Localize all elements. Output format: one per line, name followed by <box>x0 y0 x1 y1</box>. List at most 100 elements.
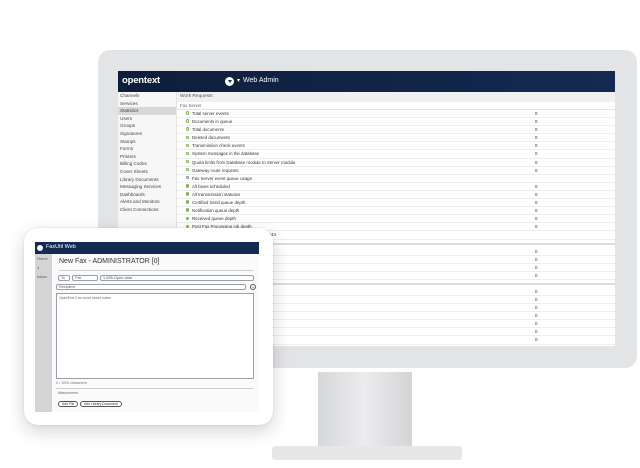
stat-row[interactable]: Quota limits from Database module to Ser… <box>177 159 615 167</box>
stat-label: All transmission statuses <box>192 191 241 197</box>
sidebar-item[interactable]: Services <box>118 100 176 108</box>
stat-value: 0 <box>535 216 538 222</box>
add-file-button[interactable]: Add File <box>58 401 79 407</box>
stat-value: 0 <box>535 256 538 262</box>
sidebar-item[interactable]: Groups <box>118 122 176 130</box>
message-textarea[interactable]: OpenText Fax cover sheet notes <box>56 293 254 379</box>
stat-label: All faxes scheduled <box>192 183 230 189</box>
status-dot-icon <box>186 135 190 139</box>
stat-value: 0 <box>535 208 538 214</box>
char-counter: 0 / 1000 characters <box>56 381 87 385</box>
stat-value: 0 <box>535 167 538 173</box>
sidebar-item[interactable]: Library Documents <box>118 176 176 184</box>
sidebar-item[interactable]: Cover Sheets <box>118 168 176 176</box>
tablet-side-home[interactable]: Home <box>35 254 52 263</box>
sidebar-item[interactable]: Printers <box>118 153 176 161</box>
opentext-logo: opentext <box>122 75 160 86</box>
stat-value: 0 <box>535 296 538 302</box>
method-select[interactable]: Fax <box>72 275 98 281</box>
stat-row[interactable]: Certified Send queue depth 0 <box>177 199 615 208</box>
stat-value: 0 <box>535 288 538 294</box>
sidebar-item[interactable]: Alerts and Monitors <box>118 198 176 206</box>
section-title: Fax Server <box>177 102 615 110</box>
tablet-sidebar: Home 1 Inbox <box>35 254 52 412</box>
stat-value: 0 <box>535 313 538 319</box>
stat-row[interactable]: Gateway route requests 0 <box>177 167 615 175</box>
stat-value: 0 <box>535 127 538 133</box>
stat-row[interactable]: All transmission statuses 0 <box>177 191 615 200</box>
sidebar-item[interactable]: Messaging Services <box>118 183 176 191</box>
tablet-side-inbox[interactable]: Inbox <box>35 272 52 281</box>
stat-row[interactable]: Total documents 0 <box>177 126 615 135</box>
stat-row[interactable]: Received queue depth 0 <box>177 215 615 224</box>
tablet-app-title: FaxUtil Web <box>46 244 76 250</box>
stat-value: 0 <box>535 111 538 116</box>
stat-row[interactable]: Notification queue depth 0 <box>177 207 615 216</box>
stat-value: 0 <box>535 321 538 327</box>
breadcrumb: Work Requests <box>177 92 615 102</box>
stat-value: 0 <box>535 143 538 149</box>
stat-label: Certified Send queue depth <box>192 200 246 206</box>
stat-label: Transmission check events <box>192 143 245 149</box>
form-heading: New Fax - ADMINISTRATOR [0] <box>59 258 160 265</box>
status-dot-icon <box>186 192 190 196</box>
stat-value: 0 <box>535 200 538 206</box>
sidebar-item[interactable]: Channels <box>118 92 176 100</box>
stat-row[interactable]: Deleted documents 0 <box>177 134 615 143</box>
stat-row[interactable]: Fax Server event queue usage <box>177 175 615 183</box>
top-app-bar: opentext ▾ Web Admin <box>118 71 615 92</box>
sidebar-item[interactable]: Dashboards <box>118 191 176 199</box>
sidebar-item[interactable]: Signatures <box>118 130 176 138</box>
to-label-field[interactable]: To <box>58 275 70 281</box>
add-library-document-button[interactable]: Add Library Document <box>80 401 122 407</box>
stats-list: Total server events 0 Documents in queue 0 T… <box>177 110 615 240</box>
stat-value: 0 <box>535 329 538 335</box>
tablet-screen: FaxUtil Web Home 1 Inbox New Fax - ADMIN… <box>35 242 259 412</box>
stat-label: Gateway route requests <box>192 167 239 173</box>
app-switcher-icon[interactable] <box>37 245 43 251</box>
stat-value: 0 <box>535 337 538 343</box>
stat-value: 0 <box>535 119 538 125</box>
stat-label: Fax Server event queue usage <box>192 175 253 181</box>
tablet-top-bar: FaxUtil Web <box>35 242 259 254</box>
monitor-stand-base <box>272 446 462 460</box>
stat-row[interactable]: Documents in queue 0 <box>177 118 615 127</box>
app-switcher-icon[interactable] <box>225 77 234 86</box>
stat-row[interactable]: System messages in the database 0 <box>177 150 615 159</box>
to-number-input[interactable]: 1-555-Open-data <box>100 275 254 281</box>
attachments-label: Attachments <box>58 391 78 395</box>
sidebar-item[interactable]: Statistics <box>118 107 176 115</box>
sidebar-item[interactable]: Stamps <box>118 138 176 146</box>
app-title: Web Admin <box>243 77 279 84</box>
stat-value: 0 <box>535 151 538 157</box>
sidebar-item[interactable]: Client Connections <box>118 206 176 214</box>
status-dot-icon <box>186 167 190 172</box>
status-dot-icon <box>186 216 190 220</box>
status-dot-icon <box>186 143 190 148</box>
stat-label: System messages in the database <box>192 151 260 157</box>
stat-value: 0 <box>535 248 538 254</box>
sidebar-item[interactable]: Users <box>118 115 176 123</box>
status-dot-icon <box>186 111 190 115</box>
stat-label: Notification queue depth <box>192 208 240 214</box>
attachments-section: Attachments Add File Add Library Documen… <box>56 388 254 411</box>
stat-label: Documents in queue <box>192 119 233 125</box>
sidebar-item[interactable]: Billing Codes <box>118 160 176 168</box>
stat-value: 0 <box>535 272 538 278</box>
status-dot-icon <box>186 184 190 188</box>
chevron-down-icon[interactable]: ▾ <box>237 77 240 84</box>
status-dot-icon <box>186 208 190 212</box>
stat-value: 0 <box>535 264 538 270</box>
status-dot-icon <box>186 200 190 204</box>
recipient-input[interactable]: Recipient <box>56 284 246 290</box>
sidebar-item[interactable]: Forms <box>118 145 176 153</box>
stat-row[interactable]: All faxes scheduled 0 <box>177 183 615 191</box>
add-recipient-icon[interactable]: ⌄ <box>250 284 256 290</box>
stat-row[interactable]: Total server events 0 <box>177 110 615 119</box>
heading-divider <box>59 270 254 271</box>
stat-row[interactable]: Transmission check events 0 <box>177 142 615 151</box>
stat-label: Received queue depth <box>192 216 236 222</box>
status-dot-icon <box>186 176 190 180</box>
status-dot-icon <box>186 159 190 164</box>
stat-label: Quota limits from Database module to Ser… <box>192 159 296 165</box>
